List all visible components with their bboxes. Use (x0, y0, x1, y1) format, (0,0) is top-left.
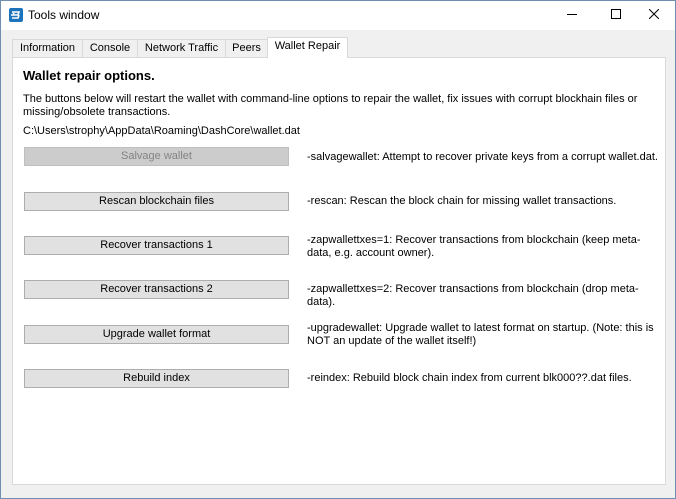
window-title: Tools window (28, 8, 100, 22)
tab-information[interactable]: Information (12, 39, 83, 57)
tab-network-traffic[interactable]: Network Traffic (137, 39, 226, 57)
repair-description: The buttons below will restart the walle… (23, 93, 638, 118)
minimize-icon (566, 9, 577, 22)
rebuild-index-description: -reindex: Rebuild block chain index from… (307, 372, 632, 384)
upgrade-wallet-description: -upgradewallet: Upgrade wallet to latest… (307, 322, 654, 347)
wallet-path: C:\Users\strophy\AppData\Roaming\DashCor… (23, 125, 300, 137)
close-button[interactable] (631, 1, 676, 30)
tab-peers[interactable]: Peers (225, 39, 268, 57)
rescan-blockchain-description: -rescan: Rescan the block chain for miss… (307, 195, 617, 207)
tab-console[interactable]: Console (82, 39, 138, 57)
dash-logo-icon (9, 8, 23, 22)
close-icon (648, 8, 659, 22)
tab-bar: Information Console Network Traffic Peer… (12, 37, 666, 58)
rebuild-index-button[interactable]: Rebuild index (24, 369, 289, 388)
salvage-wallet-description: -salvagewallet: Attempt to recover priva… (307, 151, 658, 163)
page-title: Wallet repair options. (23, 68, 155, 83)
recover-transactions-1-button[interactable]: Recover transactions 1 (24, 236, 289, 255)
rescan-blockchain-button[interactable]: Rescan blockchain files (24, 192, 289, 211)
salvage-wallet-button[interactable]: Salvage wallet (24, 147, 289, 166)
upgrade-wallet-button[interactable]: Upgrade wallet format (24, 325, 289, 344)
tools-window: Tools window Information Console Network… (0, 0, 676, 499)
tab-wallet-repair[interactable]: Wallet Repair (267, 37, 348, 58)
maximize-icon (610, 9, 621, 22)
recover-transactions-1-description: -zapwallettxes=1: Recover transactions f… (307, 234, 641, 259)
wallet-repair-panel: Wallet repair options. The buttons below… (12, 57, 666, 485)
minimize-button[interactable] (549, 1, 594, 30)
recover-transactions-2-button[interactable]: Recover transactions 2 (24, 280, 289, 299)
recover-transactions-2-description: -zapwallettxes=2: Recover transactions f… (307, 283, 639, 308)
title-bar[interactable]: Tools window (1, 1, 675, 30)
